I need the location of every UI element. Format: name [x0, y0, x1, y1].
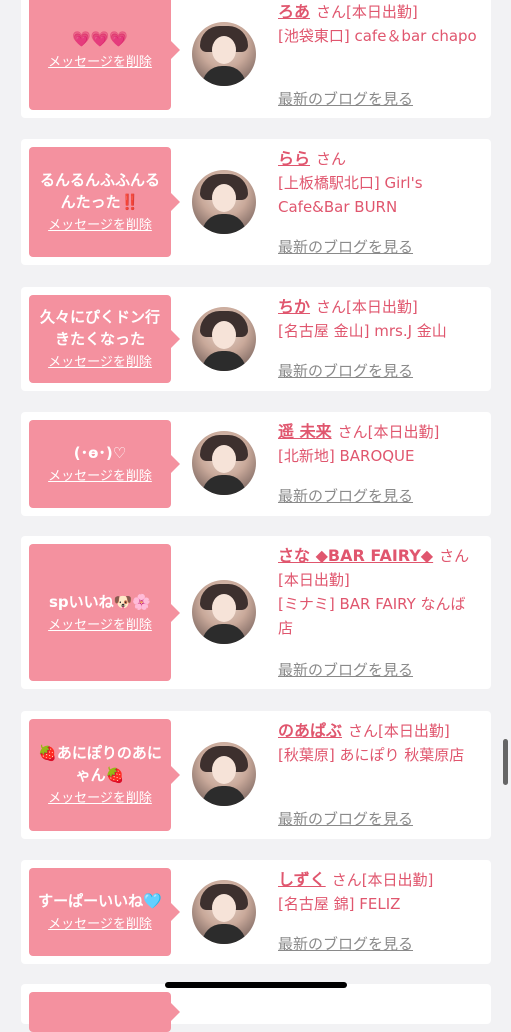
attendance-status: [本日出勤]: [367, 423, 440, 441]
cast-info: 遥 未来 さん[本日出勤] [北新地] BAROQUE: [278, 420, 478, 468]
message-text: (･ө･)♡: [73, 444, 127, 462]
delete-message-link[interactable]: メッセージを削除: [48, 790, 152, 808]
cast-name-link[interactable]: のあぱぶ: [278, 721, 342, 740]
message-text: 💗💗💗: [71, 30, 129, 48]
delete-message-link[interactable]: メッセージを削除: [48, 54, 152, 72]
message-text: 🍓あにぽりのあにゃん🍓: [38, 744, 162, 784]
cast-info: らら さん [上板橋駅北口] Girl's Cafe&Bar BURN: [278, 147, 478, 219]
shop-name: [名古屋 金山] mrs.J 金山: [278, 322, 447, 340]
message-bubble: (･ө･)♡ メッセージを削除: [29, 420, 180, 508]
message-card: (･ө･)♡ メッセージを削除 遥 未来 さん[本日出勤] [北新地] BAROQ…: [21, 412, 491, 516]
avatar[interactable]: [192, 307, 256, 371]
message-text: すーぱーいいね🩵: [38, 892, 162, 910]
delete-message-link[interactable]: メッセージを削除: [48, 468, 152, 486]
latest-blog-link[interactable]: 最新のブログを見る: [278, 360, 413, 381]
cast-name-link[interactable]: しずく: [278, 870, 326, 889]
shop-name: [ミナミ] BAR FAIRY なんば店: [278, 595, 466, 637]
message-bubble: るんるんふふんるんたった‼️ メッセージを削除: [29, 147, 180, 257]
delete-message-link[interactable]: メッセージを削除: [48, 354, 152, 372]
delete-message-link[interactable]: メッセージを削除: [48, 217, 152, 235]
scrollbar[interactable]: [503, 739, 508, 785]
shop-name: [上板橋駅北口] Girl's Cafe&Bar BURN: [278, 174, 423, 216]
latest-blog-link[interactable]: 最新のブログを見る: [278, 933, 413, 954]
cast-info: さな ◆BAR FAIRY◆ さん [本日出勤] [ミナミ] BAR FAIRY …: [278, 544, 478, 640]
message-bubble: 🍓あにぽりのあにゃん🍓 メッセージを削除: [29, 719, 180, 831]
cast-info: ろあ さん[本日出勤] [池袋東口] cafe＆bar chapo: [278, 0, 478, 48]
latest-blog-link[interactable]: 最新のブログを見る: [278, 236, 413, 257]
avatar[interactable]: [192, 431, 256, 495]
shop-name: [名古屋 錦] FELIZ: [278, 895, 401, 913]
message-text: るんるんふふんるんたった‼️: [39, 171, 160, 211]
message-bubble: 💗💗💗 メッセージを削除: [29, 0, 180, 110]
attendance-status: [本日出勤]: [378, 722, 450, 740]
message-card: 🍓あにぽりのあにゃん🍓 メッセージを削除 のあぱぶ さん[本日出勤] [秋葉原] …: [21, 711, 491, 839]
attendance-status: [本日出勤]: [346, 3, 418, 21]
shop-name: [秋葉原] あにぽり 秋葉原店: [278, 746, 465, 764]
message-card: 💗💗💗 メッセージを削除 ろあ さん[本日出勤] [池袋東口] cafe＆bar …: [21, 0, 491, 118]
honorific: さん: [337, 423, 368, 441]
cast-name-link[interactable]: ろあ: [278, 2, 310, 21]
message-text: spいいね🐶🌸: [48, 592, 152, 611]
delete-message-link[interactable]: メッセージを削除: [48, 617, 152, 635]
attendance-status: [本日出勤]: [361, 871, 434, 889]
avatar[interactable]: [192, 22, 256, 86]
avatar[interactable]: [192, 170, 256, 234]
shop-name: [池袋東口] cafe＆bar chapo: [278, 27, 477, 45]
latest-blog-link[interactable]: 最新のブログを見る: [278, 485, 413, 506]
cast-name-link[interactable]: 遥 未来: [278, 422, 332, 441]
avatar[interactable]: [192, 742, 256, 806]
message-card: るんるんふふんるんたった‼️ メッセージを削除 らら さん [上板橋駅北口] Gi…: [21, 139, 491, 265]
cast-name-link[interactable]: ちか: [278, 297, 310, 316]
message-text: 久々にぴくドン行きたくなった: [39, 308, 160, 348]
cast-info: ちか さん[本日出勤] [名古屋 金山] mrs.J 金山: [278, 295, 478, 343]
cast-name-link[interactable]: らら: [278, 149, 310, 168]
avatar[interactable]: [192, 580, 256, 644]
message-bubble: すーぱーいいね🩵 メッセージを削除: [29, 868, 180, 956]
attendance-status: [本日出勤]: [346, 298, 418, 316]
honorific: さん: [331, 871, 362, 889]
cast-info: しずく さん[本日出勤] [名古屋 錦] FELIZ: [278, 868, 478, 916]
home-indicator: [165, 982, 347, 988]
cast-name-link[interactable]: さな ◆BAR FAIRY◆: [278, 546, 433, 565]
honorific: さん: [348, 722, 379, 740]
attendance-status: [本日出勤]: [278, 571, 350, 589]
latest-blog-link[interactable]: 最新のブログを見る: [278, 659, 413, 680]
message-card: 久々にぴくドン行きたくなった メッセージを削除 ちか さん[本日出勤] [名古屋 …: [21, 287, 491, 391]
message-card: すーぱーいいね🩵 メッセージを削除 しずく さん[本日出勤] [名古屋 錦] FE…: [21, 860, 491, 964]
message-bubble: [29, 992, 180, 1032]
message-bubble: 久々にぴくドン行きたくなった メッセージを削除: [29, 295, 180, 383]
cast-info: のあぱぶ さん[本日出勤] [秋葉原] あにぽり 秋葉原店: [278, 719, 478, 767]
latest-blog-link[interactable]: 最新のブログを見る: [278, 808, 413, 829]
message-card: spいいね🐶🌸 メッセージを削除 さな ◆BAR FAIRY◆ さん [本日出勤]…: [21, 536, 491, 689]
honorific: さん: [439, 547, 470, 565]
message-card: [21, 984, 491, 1032]
message-bubble: spいいね🐶🌸 メッセージを削除: [29, 544, 180, 681]
honorific: さん: [316, 3, 347, 21]
honorific: さん: [316, 298, 347, 316]
delete-message-link[interactable]: メッセージを削除: [48, 916, 152, 934]
latest-blog-link[interactable]: 最新のブログを見る: [278, 88, 413, 109]
shop-name: [北新地] BAROQUE: [278, 447, 415, 465]
avatar[interactable]: [192, 880, 256, 944]
honorific: さん: [316, 150, 347, 168]
